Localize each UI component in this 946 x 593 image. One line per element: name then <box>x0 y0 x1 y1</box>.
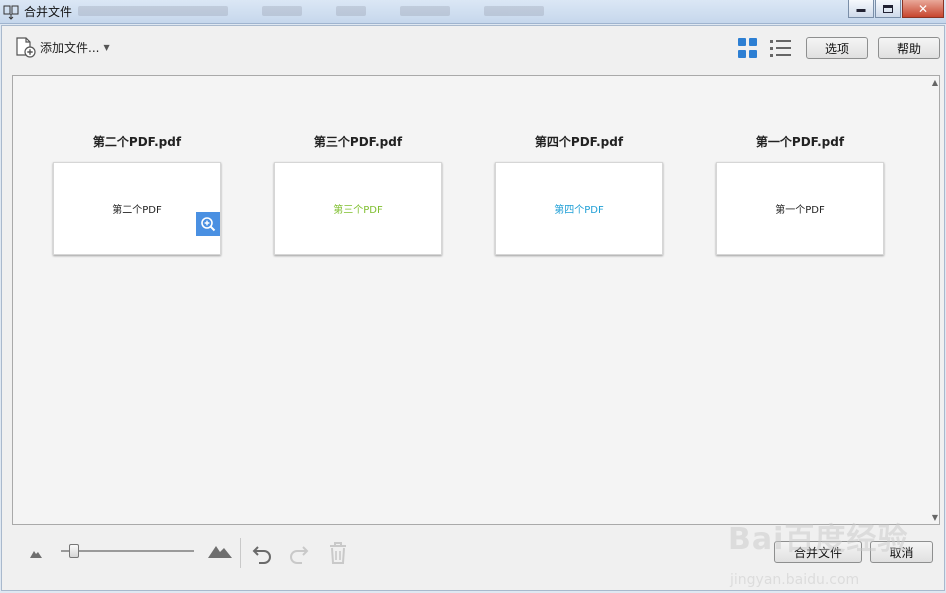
watermark-url: jingyan.baidu.com <box>730 572 860 588</box>
file-thumbnail-area[interactable]: ▲ ▼ 第二个PDF.pdf 第二个PDF 第三个PDF.pdf 第三个PDF <box>12 75 940 525</box>
close-icon: ✕ <box>917 1 929 16</box>
small-mountain-icon[interactable] <box>30 548 42 558</box>
file-card[interactable]: 第二个PDF.pdf 第二个PDF <box>53 133 221 255</box>
file-thumbnail[interactable]: 第四个PDF <box>495 162 663 255</box>
file-name: 第二个PDF.pdf <box>92 135 182 149</box>
trash-icon[interactable] <box>327 541 349 565</box>
cancel-button[interactable]: 取消 <box>870 541 933 563</box>
window-controls: ✕ <box>847 0 944 18</box>
thumbnail-size-slider[interactable] <box>61 550 194 552</box>
preview-text: 第一个PDF <box>775 205 825 216</box>
maximize-icon <box>883 4 893 13</box>
large-mountain-icon[interactable] <box>208 543 232 558</box>
options-button[interactable]: 选项 <box>806 37 868 59</box>
add-files-button[interactable]: 添加文件... ▼ <box>14 36 110 58</box>
minimize-button[interactable] <box>848 0 874 18</box>
background-window-blur <box>78 6 618 18</box>
window-title: 合并文件 <box>24 5 73 19</box>
close-button[interactable]: ✕ <box>902 0 944 18</box>
undo-icon[interactable] <box>251 542 273 564</box>
merge-files-dialog: 添加文件... ▼ 选项 帮助 ▲ ▼ 第二个PDF.pdf 第二个PDF 第三… <box>1 25 945 591</box>
zoom-preview-button[interactable] <box>196 212 220 236</box>
file-thumbnail[interactable]: 第三个PDF <box>274 162 442 255</box>
title-bar: 合并文件 ✕ <box>0 0 946 24</box>
file-thumbnail[interactable]: 第二个PDF <box>53 162 221 255</box>
chevron-down-icon: ▼ <box>103 42 110 52</box>
add-file-icon <box>16 37 36 58</box>
merge-app-icon <box>3 5 19 20</box>
preview-text: 第三个PDF <box>333 205 383 216</box>
magnifier-plus-icon <box>201 217 216 232</box>
preview-text: 第二个PDF <box>112 205 162 216</box>
preview-text: 第四个PDF <box>554 205 604 216</box>
thumbnail-size-slider-thumb[interactable] <box>69 544 80 558</box>
file-name: 第一个PDF.pdf <box>755 135 845 149</box>
grid-view-icon[interactable] <box>738 38 758 58</box>
list-view-icon[interactable] <box>770 38 792 58</box>
scroll-down-arrow-icon[interactable]: ▼ <box>932 513 938 522</box>
file-name: 第四个PDF.pdf <box>534 135 624 149</box>
help-button[interactable]: 帮助 <box>878 37 940 59</box>
file-card[interactable]: 第一个PDF.pdf 第一个PDF <box>716 133 884 255</box>
scroll-up-arrow-icon[interactable]: ▲ <box>932 78 938 87</box>
file-thumbnail[interactable]: 第一个PDF <box>716 162 884 255</box>
redo-icon[interactable] <box>288 542 310 564</box>
minimize-icon <box>856 6 866 12</box>
toolbar-divider <box>240 538 241 568</box>
file-name: 第三个PDF.pdf <box>313 135 403 149</box>
merge-files-button[interactable]: 合并文件 <box>774 541 862 563</box>
file-card[interactable]: 第四个PDF.pdf 第四个PDF <box>495 133 663 255</box>
maximize-button[interactable] <box>875 0 901 18</box>
add-files-label: 添加文件... <box>40 40 100 55</box>
file-card[interactable]: 第三个PDF.pdf 第三个PDF <box>274 133 442 255</box>
